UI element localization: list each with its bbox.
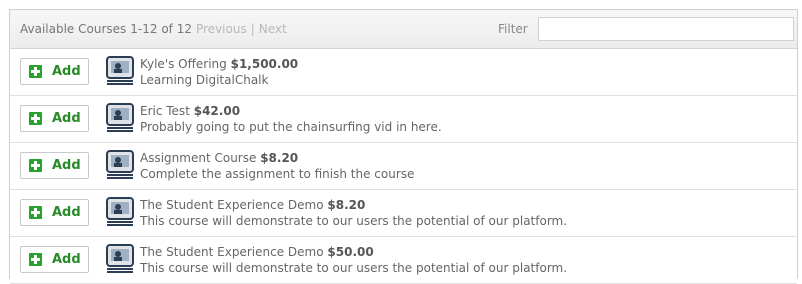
course-price: $42.00 <box>193 104 241 118</box>
result-range: 1-12 of 12 <box>130 22 192 36</box>
course-info: The Student Experience Demo $8.20 This c… <box>140 197 567 229</box>
plus-square-icon <box>29 112 42 125</box>
presentation-screen-icon <box>106 150 134 179</box>
next-link[interactable]: Next <box>259 22 287 36</box>
presentation-screen-icon <box>106 244 134 273</box>
course-name[interactable]: The Student Experience Demo <box>140 245 324 259</box>
add-course-button[interactable]: Add <box>20 246 89 273</box>
course-price: $8.20 <box>327 198 366 212</box>
course-row: Add Kyle's Offering $1,500.00 Learning D… <box>10 49 797 96</box>
list-title: Available Courses <box>20 22 127 36</box>
course-description: This course will demonstrate to our user… <box>140 214 568 228</box>
pager-separator: | <box>250 22 255 36</box>
course-list-panel: Available Courses 1-12 of 12 Previous | … <box>9 9 798 284</box>
add-course-button[interactable]: Add <box>20 58 89 85</box>
course-name[interactable]: Assignment Course <box>140 151 256 165</box>
add-button-label: Add <box>52 64 81 79</box>
add-course-button[interactable]: Add <box>20 105 89 132</box>
course-description: Learning DigitalChalk <box>140 73 269 87</box>
course-row: Add The Student Experience Demo $50.00 T… <box>10 237 797 284</box>
presentation-screen-icon <box>106 103 134 132</box>
add-button-label: Add <box>52 158 81 173</box>
presentation-screen-icon <box>106 56 134 85</box>
course-description: Complete the assignment to finish the co… <box>140 167 415 181</box>
course-info: Kyle's Offering $1,500.00 Learning Digit… <box>140 56 298 88</box>
course-name[interactable]: Kyle's Offering <box>140 57 227 71</box>
course-price: $8.20 <box>260 151 299 165</box>
plus-square-icon <box>29 206 42 219</box>
previous-link[interactable]: Previous <box>196 22 247 36</box>
add-course-button[interactable]: Add <box>20 152 89 179</box>
add-course-button[interactable]: Add <box>20 199 89 226</box>
course-row: Add Eric Test $42.00 Probably going to p… <box>10 96 797 143</box>
course-description: This course will demonstrate to our user… <box>140 261 568 275</box>
course-list-header: Available Courses 1-12 of 12 Previous | … <box>10 10 797 49</box>
course-row: Add The Student Experience Demo $8.20 Th… <box>10 190 797 237</box>
course-info: Eric Test $42.00 Probably going to put t… <box>140 103 442 135</box>
cropped-heading: ​ <box>0 0 802 8</box>
course-info: Assignment Course $8.20 Complete the ass… <box>140 150 414 182</box>
course-price: $1,500.00 <box>230 57 299 71</box>
plus-square-icon <box>29 159 42 172</box>
presentation-screen-icon <box>106 197 134 226</box>
course-description: Probably going to put the chainsurfing v… <box>140 120 442 134</box>
course-name[interactable]: Eric Test <box>140 104 190 118</box>
filter-input[interactable] <box>538 17 794 41</box>
plus-square-icon <box>29 253 42 266</box>
add-button-label: Add <box>52 205 81 220</box>
course-row: Add Assignment Course $8.20 Complete the… <box>10 143 797 190</box>
filter-label: Filter <box>498 22 528 36</box>
course-name[interactable]: The Student Experience Demo <box>140 198 324 212</box>
add-button-label: Add <box>52 252 81 267</box>
plus-square-icon <box>29 65 42 78</box>
course-info: The Student Experience Demo $50.00 This … <box>140 244 567 276</box>
add-button-label: Add <box>52 111 81 126</box>
course-price: $50.00 <box>327 245 374 259</box>
